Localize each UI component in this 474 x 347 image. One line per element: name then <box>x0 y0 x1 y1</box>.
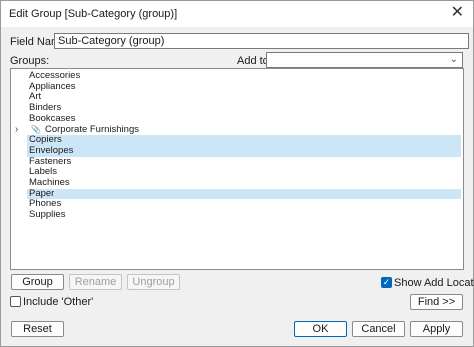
find-button[interactable]: Find >> <box>410 294 463 310</box>
tree-group-item[interactable]: › 📎 Corporate Furnishings <box>15 124 461 136</box>
show-add-location-label: Show Add Location <box>394 277 474 289</box>
tree-list-item[interactable]: Paper <box>27 188 461 200</box>
groups-tree[interactable]: Accessories Appliances Art Binders Bookcases… <box>10 68 464 270</box>
tree-list-item[interactable]: Binders <box>27 102 461 114</box>
reset-button[interactable]: Reset <box>11 321 64 337</box>
tree-item-label: Bookcases <box>29 112 76 124</box>
add-to-select[interactable]: ⌄ <box>266 52 463 68</box>
chevron-down-icon: ⌄ <box>449 54 458 65</box>
tree-list-item[interactable]: Copiers <box>27 134 461 146</box>
ungroup-button[interactable]: Ungroup <box>127 274 180 290</box>
tree-item-label: Envelopes <box>29 144 74 156</box>
rename-button[interactable]: Rename <box>69 274 122 290</box>
tree-list-item[interactable]: Machines <box>27 177 461 189</box>
tree-list-item[interactable]: Art <box>27 92 461 103</box>
tree-list-item[interactable]: Fasteners <box>27 156 461 168</box>
include-other-label: Include 'Other' <box>23 296 94 308</box>
tree-list-item[interactable]: Appliances <box>27 81 461 93</box>
tree-item-label: Supplies <box>29 209 66 221</box>
tree-list-item[interactable]: Supplies <box>27 209 461 221</box>
tree-list-item[interactable]: Bookcases <box>27 112 461 125</box>
groups-label: Groups: <box>10 55 50 67</box>
window-title: Edit Group [Sub-Category (group)] <box>9 8 178 20</box>
group-button[interactable]: Group <box>11 274 64 290</box>
edit-group-dialog: Edit Group [Sub-Category (group)] ✕ Fiel… <box>0 0 474 347</box>
cancel-button[interactable]: Cancel <box>352 321 405 337</box>
tree-list-item[interactable]: Labels <box>27 167 461 178</box>
close-icon[interactable]: ✕ <box>451 4 464 22</box>
chevron-right-icon[interactable]: › <box>15 124 18 136</box>
field-name-input[interactable]: Sub-Category (group) <box>54 33 469 49</box>
apply-button[interactable]: Apply <box>410 321 463 337</box>
ok-button[interactable]: OK <box>294 321 347 337</box>
tree-list-item[interactable]: Envelopes <box>27 144 461 157</box>
tree-list-item[interactable]: Accessories <box>27 70 461 82</box>
title-bar: Edit Group [Sub-Category (group)] ✕ <box>1 1 473 27</box>
show-add-location-checkbox[interactable]: ✓ <box>381 277 392 288</box>
include-other-checkbox[interactable] <box>10 296 21 307</box>
tree-list-item[interactable]: Phones <box>27 199 461 210</box>
